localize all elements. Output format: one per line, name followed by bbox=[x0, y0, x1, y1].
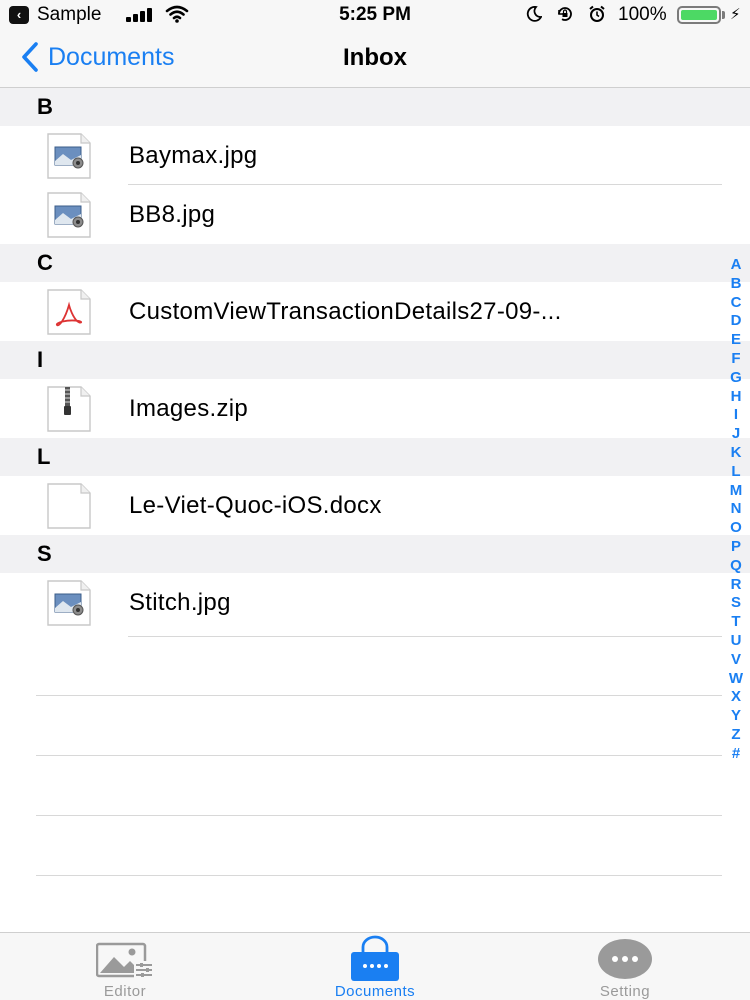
index-letter[interactable]: H bbox=[731, 388, 742, 407]
file-name: Baymax.jpg bbox=[129, 142, 258, 169]
index-letter[interactable]: I bbox=[734, 406, 738, 425]
image-file-icon bbox=[47, 133, 91, 179]
index-letter[interactable]: V bbox=[731, 651, 741, 670]
index-letter[interactable]: J bbox=[732, 425, 740, 444]
file-name: Images.zip bbox=[129, 395, 249, 422]
index-letter[interactable]: B bbox=[731, 275, 742, 294]
section-letter: I bbox=[37, 347, 44, 372]
file-name: CustomViewTransactionDetails27-09-... bbox=[129, 298, 562, 325]
index-letter[interactable]: X bbox=[731, 688, 741, 707]
file-name: Le-Viet-Quoc-iOS.docx bbox=[129, 492, 382, 519]
file-row[interactable]: BB8.jpg bbox=[0, 185, 750, 244]
index-letter[interactable]: Q bbox=[730, 557, 742, 576]
row-separator bbox=[36, 695, 722, 696]
index-letter[interactable]: C bbox=[731, 294, 742, 313]
file-row[interactable]: Baymax.jpg bbox=[0, 126, 750, 185]
image-file-icon bbox=[47, 192, 91, 238]
index-letter[interactable]: # bbox=[732, 745, 740, 764]
charging-bolt-icon: ⚡ bbox=[730, 6, 741, 23]
row-separator bbox=[36, 755, 722, 756]
section-header: B bbox=[0, 88, 750, 126]
tab-bar: Editor Documents Setting bbox=[0, 932, 750, 1000]
index-letter[interactable]: P bbox=[731, 538, 741, 557]
index-letter[interactable]: D bbox=[731, 312, 742, 331]
battery-tip bbox=[722, 11, 725, 19]
page-title: Inbox bbox=[343, 44, 407, 71]
tab-setting-label: Setting bbox=[599, 983, 651, 1000]
index-letter[interactable]: Z bbox=[731, 726, 740, 745]
image-file-icon bbox=[47, 580, 91, 626]
rotation-lock-icon bbox=[558, 7, 572, 21]
index-letter[interactable]: K bbox=[731, 444, 742, 463]
index-letter[interactable]: S bbox=[731, 594, 741, 613]
row-separator bbox=[36, 875, 722, 876]
index-letter[interactable]: M bbox=[730, 482, 743, 501]
moon-icon bbox=[526, 6, 542, 22]
index-letter[interactable]: Y bbox=[731, 707, 741, 726]
row-separator bbox=[128, 636, 722, 637]
row-separator bbox=[36, 815, 722, 816]
index-letter[interactable]: A bbox=[731, 256, 742, 275]
battery-icon bbox=[677, 6, 721, 24]
section-index[interactable]: A B C D E F G H I J K L M N O P Q R S T U V W X Y Z # bbox=[724, 256, 748, 764]
file-row[interactable]: CustomViewTransactionDetails27-09-... bbox=[0, 282, 750, 341]
section-letter: S bbox=[37, 541, 52, 566]
file-name: Stitch.jpg bbox=[129, 589, 231, 616]
section-letter: B bbox=[37, 94, 53, 119]
tab-documents-label: Documents bbox=[334, 983, 416, 1000]
index-letter[interactable]: F bbox=[731, 350, 740, 369]
status-bar: ‹ Sample 5:25 PM 100% ⚡ bbox=[0, 0, 750, 30]
tab-setting[interactable]: Setting bbox=[500, 933, 750, 1000]
index-letter[interactable]: G bbox=[730, 369, 742, 388]
section-header: I bbox=[0, 341, 750, 379]
tab-editor-label: Editor bbox=[103, 983, 147, 1000]
doc-file-icon bbox=[47, 483, 91, 529]
index-letter[interactable]: T bbox=[731, 613, 740, 632]
section-header: C bbox=[0, 244, 750, 282]
index-letter[interactable]: N bbox=[731, 500, 742, 519]
tab-documents[interactable]: Documents bbox=[250, 933, 500, 1000]
file-name: BB8.jpg bbox=[129, 201, 216, 228]
file-list: B Baymax.jpg BB8.jpg C CustomViewTransaction… bbox=[0, 88, 750, 632]
editor-icon bbox=[96, 942, 152, 978]
section-letter: C bbox=[37, 250, 53, 275]
index-letter[interactable]: O bbox=[730, 519, 742, 538]
file-row[interactable]: Images.zip bbox=[0, 379, 750, 438]
zip-file-icon bbox=[47, 386, 91, 432]
navigation-bar: Documents Inbox bbox=[0, 30, 750, 88]
file-row[interactable]: Le-Viet-Quoc-iOS.docx bbox=[0, 476, 750, 535]
section-header: L bbox=[0, 438, 750, 476]
setting-icon bbox=[598, 939, 652, 979]
alarm-icon bbox=[589, 5, 605, 22]
section-header: S bbox=[0, 535, 750, 573]
battery-percent: 100% bbox=[618, 4, 667, 25]
documents-icon bbox=[351, 935, 399, 981]
index-letter[interactable]: E bbox=[731, 331, 741, 350]
pdf-file-icon bbox=[47, 289, 91, 335]
index-letter[interactable]: R bbox=[731, 576, 742, 595]
index-letter[interactable]: U bbox=[731, 632, 742, 651]
index-letter[interactable]: L bbox=[731, 463, 740, 482]
tab-editor[interactable]: Editor bbox=[0, 933, 250, 1000]
section-letter: L bbox=[37, 444, 51, 469]
index-letter[interactable]: W bbox=[729, 670, 743, 689]
file-row[interactable]: Stitch.jpg bbox=[0, 573, 750, 632]
